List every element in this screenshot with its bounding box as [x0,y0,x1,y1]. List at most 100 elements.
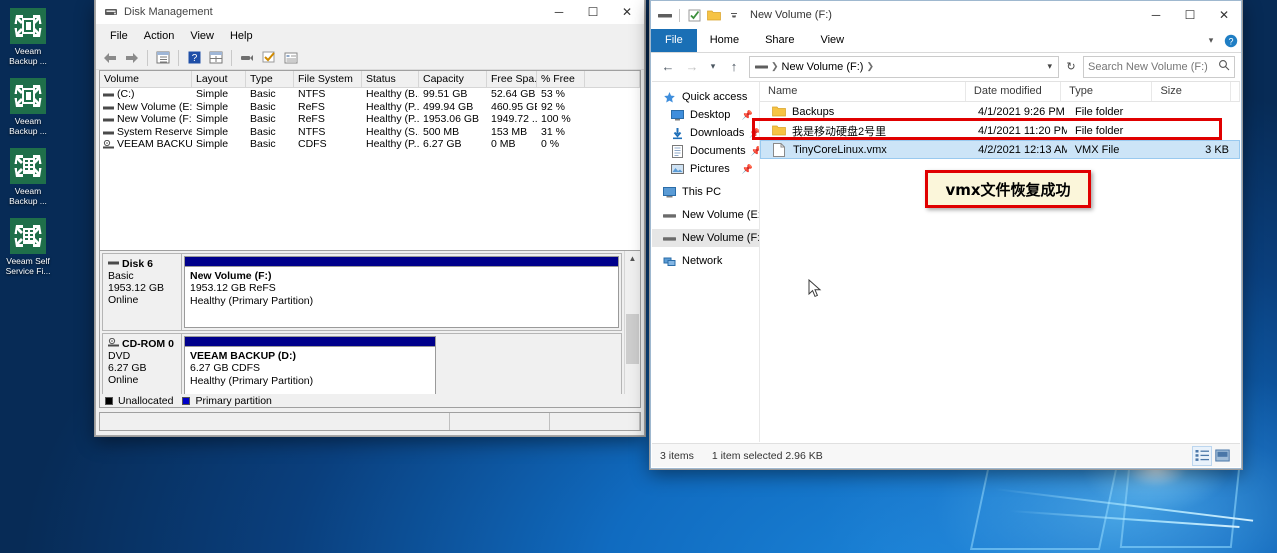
breadcrumb-separator[interactable]: ❯ [771,61,779,72]
tab-home[interactable]: Home [697,29,752,52]
properties-check-icon[interactable] [686,7,702,23]
table-row[interactable]: (C:) Simple Basic NTFS Healthy (B... 99.… [100,88,640,101]
tab-share[interactable]: Share [752,29,807,52]
rescan-disks-icon[interactable] [237,48,257,68]
column-file-system[interactable]: File System [294,71,362,87]
fe-maximize-button[interactable]: ☐ [1173,1,1207,29]
list-item[interactable]: Backups 4/1/2021 9:26 PM File folder [760,102,1240,121]
explorer-titlebar[interactable]: New Volume (F:) ─ ☐ ✕ [651,1,1241,29]
sidebar-item-documents[interactable]: Documents 📌 [652,142,759,160]
disk-management-toolbar[interactable]: ? [96,46,644,70]
column-date-modified[interactable]: Date modified [966,82,1062,101]
column-percent-free[interactable]: % Free [537,71,585,87]
scroll-up-icon[interactable]: ▲ [625,251,640,266]
navigation-pane[interactable]: Quick access Desktop 📌 Downloads 📌 Docum… [652,82,760,442]
table-row[interactable]: New Volume (E:) Simple Basic ReFS Health… [100,101,640,114]
fe-minimize-button[interactable]: ─ [1139,1,1173,29]
sidebar-item-new-volume-e[interactable]: New Volume (E:) [652,206,759,224]
volume-list-header[interactable]: Volume Layout Type File System Status Ca… [100,71,640,88]
fe-close-button[interactable]: ✕ [1207,1,1241,29]
sidebar-item-this-pc[interactable]: This PC [652,183,759,201]
list-item[interactable]: TinyCoreLinux.vmx 4/2/2021 12:13 AM VMX … [760,140,1240,159]
pin-icon[interactable]: 📌 [742,164,759,175]
column-status[interactable]: Status [362,71,419,87]
disk-graphical-view[interactable]: Disk 6 Basic 1953.12 GB Online New Volum… [99,250,641,408]
large-icons-view-button[interactable] [1212,446,1232,466]
back-arrow-icon[interactable]: ← [657,56,679,78]
desktop-icon-veeam-self-service[interactable]: Veeam Self Service Fi... [0,214,56,276]
explorer-address-bar[interactable]: ← → ▾ ↑ ❯ New Volume (F:) ❯ ▾ ↻ Search N… [651,53,1241,80]
table-row[interactable]: System Reserved Simple Basic NTFS Health… [100,126,640,139]
expand-ribbon-chevron-icon[interactable]: ▾ [1201,29,1221,52]
scrollbar-track[interactable] [625,266,640,392]
address-dropdown-icon[interactable]: ▾ [1047,61,1054,72]
sidebar-item-new-volume-f[interactable]: New Volume (F:) [652,229,759,247]
pin-icon[interactable]: 📌 [742,110,759,121]
sidebar-item-downloads[interactable]: Downloads 📌 [652,124,759,142]
help-icon[interactable]: ? [1221,29,1241,52]
refresh-icon[interactable]: ↻ [1061,56,1081,78]
tab-view[interactable]: View [807,29,857,52]
new-folder-icon[interactable] [706,7,722,23]
table-row[interactable]: New Volume (F:) Simple Basic ReFS Health… [100,113,640,126]
desktop-icon-veeam-backup-2[interactable]: Veeam Backup ... [0,74,56,136]
file-explorer-window[interactable]: New Volume (F:) ─ ☐ ✕ File Home Share Vi… [650,0,1242,469]
show-hide-console-tree-icon[interactable] [153,48,173,68]
customize-chevron-icon[interactable] [726,7,742,23]
cell-capacity: 6.27 GB [423,138,462,151]
sidebar-item-quick-access[interactable]: Quick access [652,88,759,106]
menu-help[interactable]: Help [222,28,261,44]
breadcrumb-separator[interactable]: ❯ [866,61,874,72]
column-volume[interactable]: Volume [100,71,192,87]
disk-management-titlebar[interactable]: Disk Management ─ ☐ ✕ [96,0,644,25]
properties-icon[interactable] [206,48,226,68]
column-type[interactable]: Type [246,71,294,87]
sidebar-item-network[interactable]: Network [652,252,759,270]
partition-new-volume-f[interactable]: New Volume (F:) 1953.12 GB ReFS Healthy … [184,256,619,328]
file-list-pane[interactable]: Name Date modified Type Size Backups 4/1… [760,82,1240,442]
menu-file[interactable]: File [102,28,136,44]
column-capacity[interactable]: Capacity [419,71,487,87]
recent-locations-chevron-icon[interactable]: ▾ [705,56,721,78]
column-size[interactable]: Size [1152,82,1231,101]
breadcrumb[interactable]: ❯ New Volume (F:) ❯ ▾ [749,55,1059,78]
disk-management-window[interactable]: Disk Management ─ ☐ ✕ File Action View H… [95,0,645,436]
dm-maximize-button[interactable]: ☐ [576,0,610,25]
check-icon[interactable] [259,48,279,68]
breadcrumb-current[interactable]: New Volume (F:) [782,61,864,73]
list-view-icon[interactable] [281,48,301,68]
sidebar-item-desktop[interactable]: Desktop 📌 [652,106,759,124]
back-arrow-icon[interactable] [100,48,120,68]
status-segment-3 [550,413,640,430]
desktop-icon-veeam-backup-3[interactable]: Veeam Backup ... [0,144,56,206]
details-view-button[interactable] [1192,445,1212,466]
desktop-icon-veeam-backup-1[interactable]: Veeam Backup ... [0,4,56,66]
menu-view[interactable]: View [182,28,222,44]
sidebar-item-pictures[interactable]: Pictures 📌 [652,160,759,178]
help-icon[interactable]: ? [184,48,204,68]
menu-action[interactable]: Action [136,28,183,44]
disk-management-menubar[interactable]: File Action View Help [96,25,644,46]
column-name[interactable]: Name [760,82,966,101]
list-item[interactable]: 我是移动硬盘2号里 4/1/2021 11:20 PM File folder [760,121,1240,140]
scrollbar-thumb[interactable] [626,314,639,364]
forward-arrow-icon[interactable]: → [681,56,703,78]
pin-icon[interactable]: 📌 [749,128,759,139]
tab-file[interactable]: File [651,29,697,52]
drive-icon[interactable] [657,7,673,23]
column-type[interactable]: Type [1061,82,1153,101]
up-arrow-icon[interactable]: ↑ [723,56,745,78]
dm-close-button[interactable]: ✕ [610,0,644,25]
explorer-ribbon-tabs[interactable]: File Home Share View ▾ ? [651,29,1241,53]
file-list-header[interactable]: Name Date modified Type Size [760,82,1240,102]
table-row[interactable]: VEEAM BACKUP (... Simple Basic CDFS Heal… [100,138,640,151]
disk-row-disk6[interactable]: Disk 6 Basic 1953.12 GB Online New Volum… [102,253,622,331]
graphical-view-scrollbar[interactable]: ▲ ▼ [624,251,640,407]
column-layout[interactable]: Layout [192,71,246,87]
pin-icon[interactable]: 📌 [751,146,759,157]
dm-minimize-button[interactable]: ─ [542,0,576,25]
column-free-space[interactable]: Free Spa... [487,71,537,87]
quick-access-toolbar[interactable] [657,7,742,23]
search-input[interactable]: Search New Volume (F:) [1083,55,1235,78]
forward-arrow-icon[interactable] [122,48,142,68]
